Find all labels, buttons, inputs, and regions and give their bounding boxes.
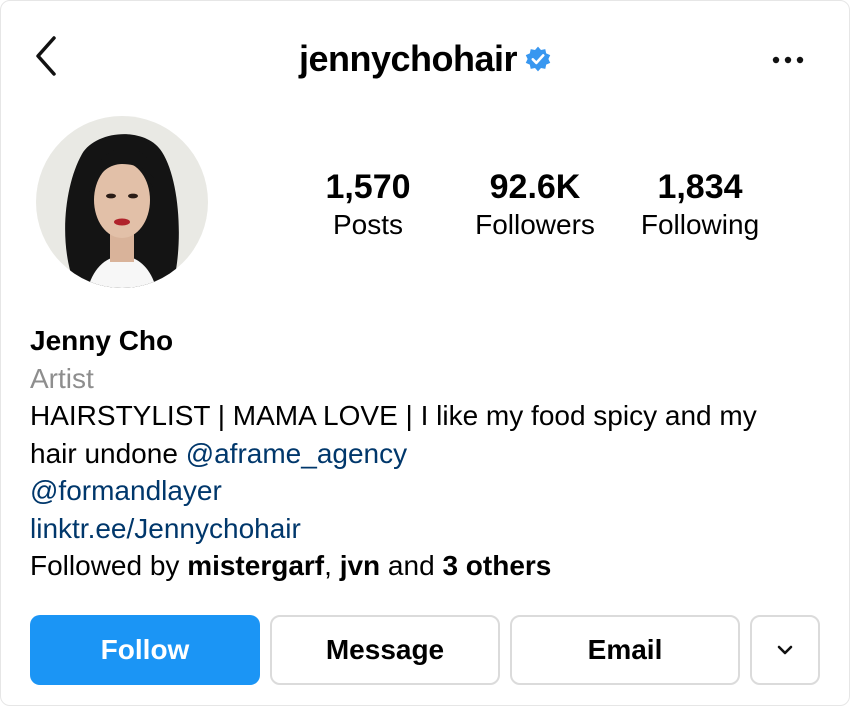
more-horizontal-icon [772,56,804,64]
bio-line-2: hair undone @aframe_agency [30,435,830,473]
posts-count: 1,570 [325,168,411,206]
followers-label: Followers [475,209,595,240]
suggested-accounts-button[interactable] [750,615,820,685]
more-options-button[interactable] [768,50,808,70]
following-count: 1,834 [657,168,743,206]
followed-by-and: and [380,550,443,581]
profile-category: Artist [30,362,94,394]
profile-name: Jenny Cho [30,325,174,356]
followed-by-prefix: Followed by [30,550,188,581]
chevron-down-icon [777,645,793,655]
stat-followers[interactable]: 92.6K Followers [466,168,604,244]
message-button[interactable]: Message [270,615,500,685]
profile-avatar[interactable] [36,116,208,288]
followed-by-user-2: jvn [339,550,381,581]
posts-label: Posts [332,209,404,240]
follow-button[interactable]: Follow [30,615,260,685]
website-link[interactable]: linktr.ee/Jennychohair [30,513,301,544]
bio-text: hair undone [30,437,186,469]
profile-bio: Jenny Cho Artist HAIRSTYLIST | MAMA LOVE… [30,322,830,585]
stat-posts[interactable]: 1,570 Posts [318,168,418,244]
profile-header: jennychohair [0,38,850,80]
followed-by-others: 3 others [442,550,552,581]
avatar-image [36,116,208,288]
verified-badge-icon [525,46,551,72]
mention-formandlayer[interactable]: @formandlayer [30,475,222,506]
mention-aframe-agency[interactable]: @aframe_agency [186,438,407,469]
followed-by[interactable]: Followed by mistergarf, jvn and 3 others [30,547,830,585]
email-button[interactable]: Email [510,615,740,685]
followed-by-separator: , [324,550,340,581]
followers-count: 92.6K [489,168,581,206]
bio-line-1: HAIRSTYLIST | MAMA LOVE | I like my food… [30,400,757,431]
stat-following[interactable]: 1,834 Following [630,168,770,244]
followed-by-user-1: mistergarf [187,550,325,581]
following-label: Following [640,209,760,240]
username-title: jennychohair [298,38,518,79]
